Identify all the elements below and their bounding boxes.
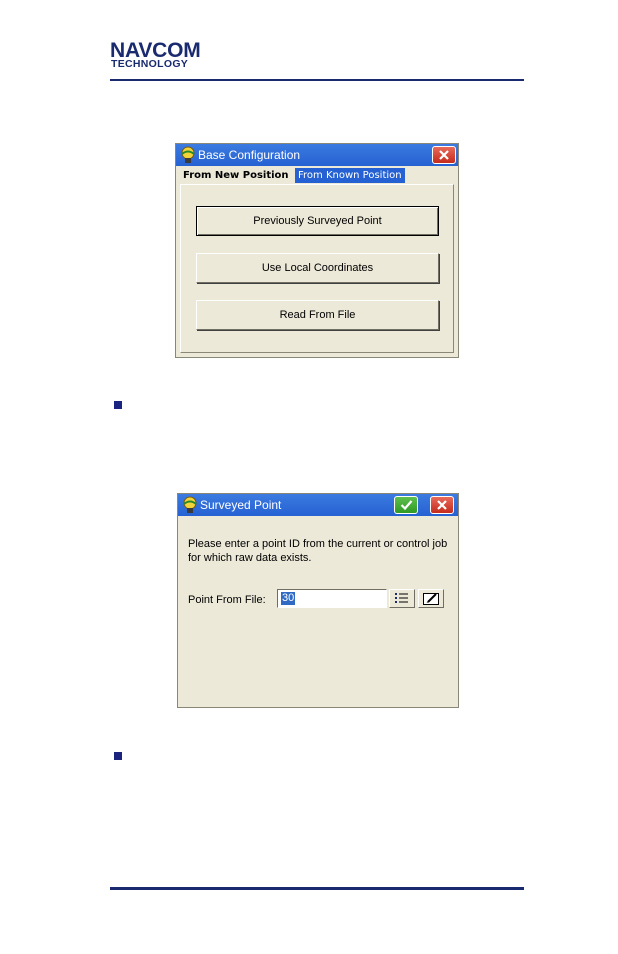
edit-icon: [423, 593, 439, 605]
app-icon: [183, 496, 197, 513]
logo-subtitle: TECHNOLOGY: [111, 58, 189, 70]
tab-from-known-position[interactable]: From Known Position: [295, 168, 405, 183]
point-id-input[interactable]: 30: [277, 589, 387, 608]
footer-rule: [110, 887, 524, 890]
bullet-square: [114, 752, 122, 760]
header-rule: [110, 79, 524, 81]
read-from-file-button[interactable]: Read From File: [196, 300, 439, 330]
list-icon: [395, 593, 408, 603]
ok-button[interactable]: [394, 496, 418, 514]
close-button[interactable]: [432, 146, 456, 164]
app-icon: [181, 146, 195, 163]
title-bar: Surveyed Point: [178, 494, 458, 516]
close-icon: [437, 500, 447, 510]
point-id-value: 30: [281, 592, 296, 605]
previously-surveyed-point-button[interactable]: Previously Surveyed Point: [196, 206, 439, 236]
title-bar: Base Configuration: [176, 144, 458, 166]
close-icon: [439, 150, 449, 160]
base-configuration-dialog: Base Configuration From New Position Fro…: [175, 143, 459, 358]
point-from-file-label: Point From File:: [188, 594, 266, 606]
tab-from-new-position[interactable]: From New Position: [180, 168, 292, 183]
dialog-title: Surveyed Point: [200, 498, 282, 512]
point-edit-button[interactable]: [418, 589, 444, 608]
navcom-logo: NAVCOM TECHNOLOGY: [110, 40, 234, 70]
close-button[interactable]: [430, 496, 454, 514]
point-list-button[interactable]: [389, 589, 415, 608]
surveyed-point-dialog: Surveyed Point Please enter a point ID f…: [177, 493, 459, 708]
instruction-text: Please enter a point ID from the current…: [188, 538, 448, 564]
dialog-title: Base Configuration: [198, 148, 301, 162]
ok-check-icon: [400, 500, 413, 511]
use-local-coordinates-button[interactable]: Use Local Coordinates: [196, 253, 439, 283]
bullet-square: [114, 401, 122, 409]
